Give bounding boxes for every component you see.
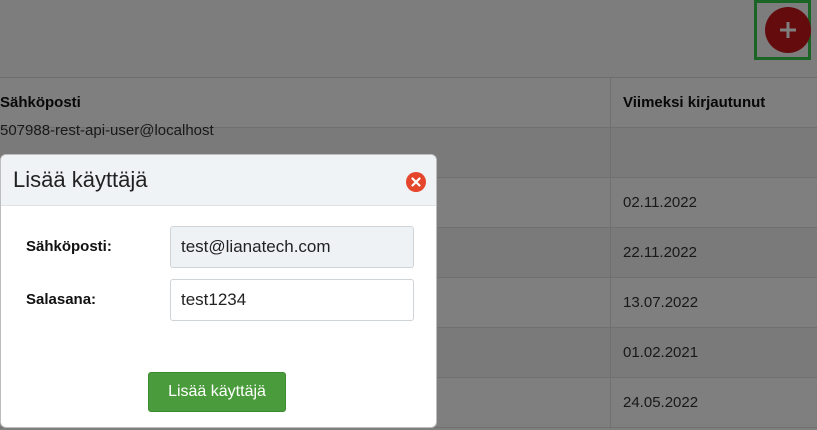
dialog-title: Lisää käyttäjä [13, 167, 148, 192]
dialog-header: Lisää käyttäjä [1, 155, 436, 206]
add-user-dialog: Lisää käyttäjä Sähköposti: Salasana: Lis… [0, 154, 437, 428]
password-label: Salasana: [26, 291, 97, 308]
password-field[interactable] [170, 279, 414, 321]
email-label: Sähköposti: [26, 238, 112, 255]
close-icon [411, 177, 421, 187]
add-user-submit-button[interactable]: Lisää käyttäjä [148, 372, 286, 412]
email-field[interactable] [170, 226, 414, 268]
close-button[interactable] [406, 172, 426, 192]
